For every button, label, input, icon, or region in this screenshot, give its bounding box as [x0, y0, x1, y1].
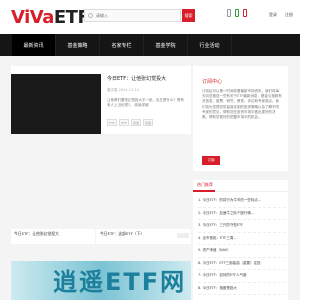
banner[interactable]: 逍遥ETF网 [11, 261, 191, 300]
hot-title: 热门推荐 [197, 182, 213, 187]
site-logo[interactable]: ViVa ETF [11, 7, 90, 28]
main-content: 今日ETF：让他张幻觉投大 春天香 2024-11-14 让他哥们看张幻觉投大平… [0, 56, 300, 300]
subscribe-button[interactable]: 订阅 [202, 156, 220, 165]
nav-item-expert-column[interactable]: 名家专栏 [100, 34, 144, 56]
subscribe-text: 订阅后可以第一时间收看最新市场资讯，我们将每天向您推送一些有关于ETF最新消息，… [202, 89, 282, 120]
weibo-icon[interactable] [243, 9, 247, 17]
login-link[interactable]: 登录 [269, 12, 277, 18]
nav-item-fund-strategy[interactable]: 基金策略 [56, 34, 100, 56]
banner-text: 逍遥ETF网 [53, 268, 187, 296]
article-title-right[interactable]: 今日ETF：这部ETF（下） [100, 231, 144, 237]
nav-item-industry-events[interactable]: 行业活动 [188, 34, 232, 56]
list-item[interactable]: 3. 今日ETF：三只防守型ETF [198, 220, 286, 233]
nav-item-fund-academy[interactable]: 基金学院 [144, 34, 188, 56]
search-button[interactable]: 搜索 [182, 9, 195, 22]
register-link[interactable]: 注册 [285, 12, 293, 18]
featured-excerpt: 让他哥们看张幻觉投大平一纸，出左是什么？是有来人上当也很?。 阅读详细 [107, 98, 184, 107]
hot-header: 热门推荐 [193, 180, 288, 192]
tag[interactable]: ETF [107, 119, 117, 126]
list-item[interactable]: 4. 全市首批：ETF三周... [198, 233, 286, 245]
tag[interactable]: 基金 [131, 119, 141, 126]
list-item[interactable]: 1. 今日ETF：的将行为牛市的一些特点... [198, 195, 286, 208]
tag[interactable]: 基金 [143, 119, 153, 126]
tag[interactable]: ETF [119, 119, 129, 126]
search-icon [88, 13, 93, 18]
search-input[interactable] [96, 13, 176, 18]
list-item[interactable]: 2. 今日ETF：加速牛之际个股行情... [198, 208, 286, 220]
hot-recommend-panel: 热门推荐 1. 今日ETF：的将行为牛市的一些特点... 2. 今日ETF：加速… [193, 180, 288, 300]
subscribe-title: 订阅中心 [202, 79, 223, 85]
list-item[interactable]: 5. 资产净值（NAV） [198, 245, 286, 258]
mobile-icon[interactable] [227, 9, 231, 17]
hot-underline [193, 190, 215, 192]
nav-item-latest-news[interactable]: 最新资讯 [12, 34, 56, 56]
featured-image[interactable] [11, 66, 101, 134]
featured-tags: ETF ETF 基金 基金 [107, 119, 153, 126]
wechat-icon[interactable] [235, 9, 239, 17]
search-box [84, 9, 181, 22]
featured-title[interactable]: 今日ETF：让他张幻觉投大 [107, 75, 166, 82]
logo-part-1: ViVa [11, 7, 54, 28]
main-nav: 最新资讯 基金策略 名家专栏 基金学院 行业活动 [0, 34, 300, 56]
banner-image[interactable]: 逍遥ETF网 [11, 261, 191, 300]
list-item[interactable]: 8. 今日ETF：指股是投大 [198, 283, 286, 295]
hot-list: 1. 今日ETF：的将行为牛市的一些特点... 2. 今日ETF：加速牛之际个股… [198, 195, 286, 295]
article-title-left[interactable]: 今日ETF：让他张幻觉投大 [14, 231, 59, 237]
image-stripe [11, 66, 101, 74]
list-item[interactable]: 6. 今日ETF：ETF三部曲曲（重要）定投 [198, 258, 286, 270]
featured-meta: 春天香 2024-11-14 [107, 88, 139, 92]
more-tag[interactable] [177, 233, 189, 238]
list-item[interactable]: 7. 今日ETF：如何的ETF人气股 [198, 270, 286, 283]
featured-article[interactable]: 今日ETF：让他张幻觉投大 春天香 2024-11-14 让他哥们看张幻觉投大平… [11, 66, 191, 134]
subscribe-panel: 订阅中心 订阅后可以第一时间收看最新市场资讯，我们将每天向您推送一些有关于ETF… [193, 66, 288, 171]
header: ViVa ETF 搜索 登录 注册 [0, 0, 300, 34]
